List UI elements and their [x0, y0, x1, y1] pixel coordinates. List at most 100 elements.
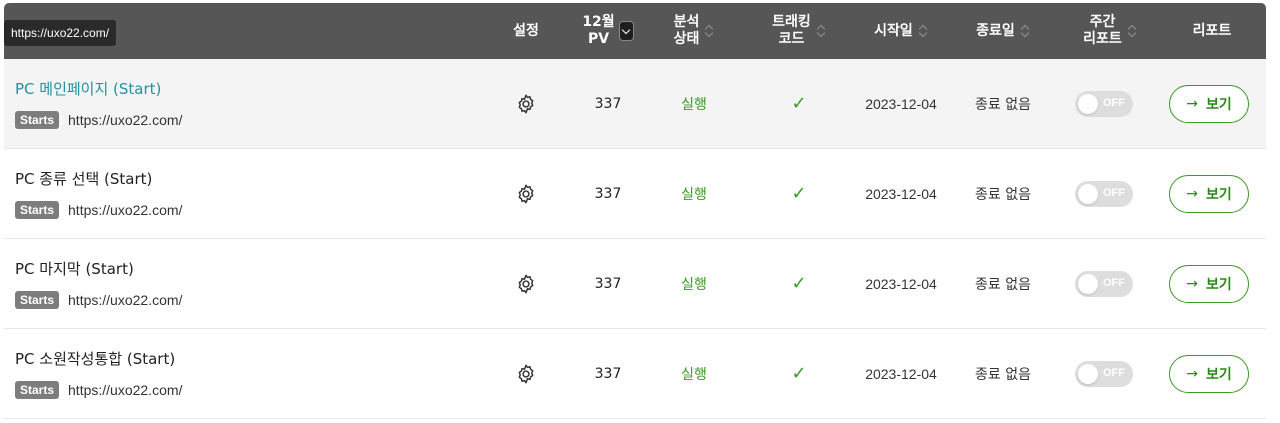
tracking-code-cell: ✓ [764, 149, 834, 238]
weekly-report-toggle[interactable]: OFF [1075, 180, 1133, 207]
sort-icon[interactable] [1128, 24, 1137, 38]
sort-icon[interactable] [1021, 24, 1030, 38]
arrow-right-icon: → [1186, 95, 1198, 112]
page-name[interactable]: PC 메인페이지 (Start) [15, 78, 161, 99]
header-weekly-report[interactable]: 주간 리포트 [1080, 3, 1140, 59]
page-meta: Starts https://uxo22.com/ [15, 291, 182, 309]
check-icon: ✓ [791, 273, 807, 294]
header-pv[interactable]: 12월 PV [578, 3, 638, 59]
sort-icon[interactable] [817, 24, 826, 38]
header-start-label: 시작일 [874, 22, 913, 39]
page-info: PC 소원작성통합 (Start) Starts https://uxo22.c… [15, 329, 495, 418]
end-date: 종료 없음 [975, 96, 1031, 113]
pv-value: 337 [594, 95, 622, 112]
header-weekly-label: 주간 리포트 [1083, 14, 1122, 47]
header-settings-label: 설정 [513, 22, 539, 39]
header-settings: 설정 [500, 3, 552, 59]
header-analysis-status[interactable]: 분석 상태 [662, 3, 726, 59]
gear-icon[interactable] [515, 363, 537, 385]
header-start-date[interactable]: 시작일 [866, 3, 936, 59]
weekly-report-cell: OFF [1074, 59, 1134, 148]
analysis-status: 실행 [681, 276, 707, 293]
event-badge: Starts [15, 291, 60, 309]
check-icon: ✓ [791, 363, 807, 384]
weekly-report-toggle[interactable]: OFF [1075, 360, 1133, 387]
weekly-report-toggle[interactable]: OFF [1075, 90, 1133, 117]
weekly-report-cell: OFF [1074, 149, 1134, 238]
table-row[interactable]: PC 마지막 (Start) Starts https://uxo22.com/… [4, 239, 1266, 329]
end-date: 종료 없음 [975, 276, 1031, 293]
table-row[interactable]: PC 메인페이지 (Start) Starts https://uxo22.co… [4, 59, 1266, 149]
settings-cell [500, 59, 552, 148]
check-icon: ✓ [791, 183, 807, 204]
gear-icon[interactable] [515, 273, 537, 295]
gear-icon[interactable] [515, 93, 537, 115]
view-report-button[interactable]: → 보기 [1169, 354, 1249, 393]
page-meta: Starts https://uxo22.com/ [15, 201, 182, 219]
report-cell: → 보기 [1167, 329, 1251, 418]
event-badge: Starts [15, 111, 60, 129]
sort-desc-icon[interactable] [618, 21, 634, 41]
sort-icon[interactable] [705, 24, 714, 38]
analysis-status: 실행 [681, 366, 707, 383]
page-meta: Starts https://uxo22.com/ [15, 111, 182, 129]
page-url: https://uxo22.com/ [68, 382, 183, 398]
header-tracking-code[interactable]: 트래킹 코드 [764, 3, 834, 59]
page-info: PC 마지막 (Start) Starts https://uxo22.com/ [15, 239, 495, 328]
toggle-knob [1078, 93, 1098, 114]
start-date: 2023-12-04 [865, 275, 937, 292]
end-date: 종료 없음 [975, 366, 1031, 383]
view-report-label: 보기 [1205, 96, 1232, 113]
header-report: 리포트 [1172, 3, 1252, 59]
pv-value: 337 [594, 185, 622, 202]
report-cell: → 보기 [1167, 239, 1251, 328]
header-analysis-label: 분석 상태 [673, 14, 700, 47]
toggle-label: OFF [1103, 276, 1125, 289]
header-pv-label: 12월 PV [582, 14, 615, 47]
start-date: 2023-12-04 [865, 365, 937, 382]
arrow-right-icon: → [1186, 185, 1198, 202]
header-tracking-label: 트래킹 코드 [772, 14, 811, 47]
view-report-button[interactable]: → 보기 [1169, 174, 1249, 213]
pv-value: 337 [594, 365, 622, 382]
view-report-label: 보기 [1205, 276, 1232, 293]
arrow-right-icon: → [1186, 365, 1198, 382]
landing-page-table: https://uxo22.com/ 설정 12월 PV 분석 상태 트래킹 코드 시… [4, 3, 1266, 419]
sort-icon[interactable] [919, 24, 928, 38]
settings-cell [500, 329, 552, 418]
page-info: PC 메인페이지 (Start) Starts https://uxo22.co… [15, 59, 495, 148]
gear-icon[interactable] [515, 183, 537, 205]
table-row[interactable]: PC 종류 선택 (Start) Starts https://uxo22.co… [4, 149, 1266, 239]
tracking-code-cell: ✓ [764, 329, 834, 418]
arrow-right-icon: → [1186, 275, 1198, 292]
end-date: 종료 없음 [975, 186, 1031, 203]
weekly-report-toggle[interactable]: OFF [1075, 270, 1133, 297]
pv-value: 337 [594, 275, 622, 292]
view-report-label: 보기 [1205, 186, 1232, 203]
tracking-code-cell: ✓ [764, 239, 834, 328]
start-date: 2023-12-04 [865, 185, 937, 202]
page-name[interactable]: PC 종류 선택 (Start) [15, 168, 152, 189]
table-header: https://uxo22.com/ 설정 12월 PV 분석 상태 트래킹 코드 시… [4, 3, 1266, 59]
page-name[interactable]: PC 소원작성통합 (Start) [15, 348, 175, 369]
table-body: PC 메인페이지 (Start) Starts https://uxo22.co… [4, 59, 1266, 419]
header-end-date[interactable]: 종료일 [968, 3, 1038, 59]
view-report-button[interactable]: → 보기 [1169, 84, 1249, 123]
check-icon: ✓ [791, 93, 807, 114]
weekly-report-cell: OFF [1074, 329, 1134, 418]
view-report-button[interactable]: → 보기 [1169, 264, 1249, 303]
analysis-status: 실행 [681, 186, 707, 203]
view-report-label: 보기 [1205, 366, 1232, 383]
settings-cell [500, 149, 552, 238]
report-cell: → 보기 [1167, 59, 1251, 148]
toggle-label: OFF [1103, 186, 1125, 199]
toggle-label: OFF [1103, 96, 1125, 109]
table-row[interactable]: PC 소원작성통합 (Start) Starts https://uxo22.c… [4, 329, 1266, 419]
page-meta: Starts https://uxo22.com/ [15, 381, 182, 399]
page-name[interactable]: PC 마지막 (Start) [15, 258, 134, 279]
page-url: https://uxo22.com/ [68, 292, 183, 308]
header-report-label: 리포트 [1192, 22, 1232, 39]
page-url: https://uxo22.com/ [68, 112, 183, 128]
url-tooltip: https://uxo22.com/ [4, 20, 117, 46]
toggle-knob [1078, 273, 1098, 294]
